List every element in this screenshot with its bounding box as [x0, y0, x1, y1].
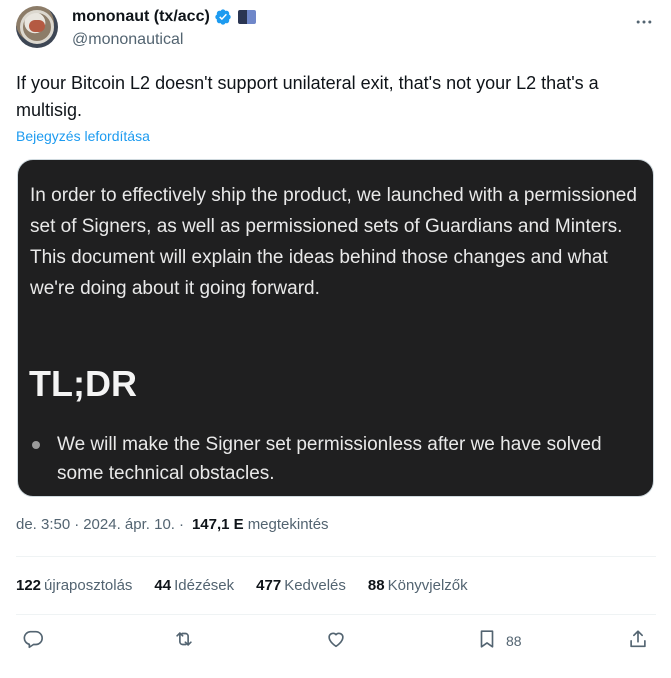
reposts-stat[interactable]: 122 újraposztolás: [16, 577, 132, 594]
likes-count: 477: [256, 577, 282, 594]
reposts-count: 122: [16, 577, 42, 594]
likes-label: Kedvelés: [284, 577, 346, 594]
translate-link[interactable]: Bejegyzés lefordítása: [16, 128, 150, 144]
author-display-name[interactable]: mononaut (tx/acc): [72, 8, 210, 26]
divider: [16, 614, 656, 615]
media-paragraph: In order to effectively ship the product…: [30, 185, 637, 299]
media-heading: TL;DR: [29, 363, 137, 404]
author-names: mononaut (tx/acc) @mononautical: [72, 6, 256, 49]
display-name-row: mononaut (tx/acc): [72, 6, 256, 28]
reply-icon: [22, 628, 44, 655]
bookmarks-label: Könyvjelzők: [387, 577, 468, 594]
media-image[interactable]: In order to effectively ship the product…: [17, 159, 654, 497]
bookmark-count: 88: [506, 633, 522, 649]
tweet-date[interactable]: 2024. ápr. 10.: [83, 516, 175, 533]
bullet-dot: [32, 441, 40, 449]
verified-badge-icon[interactable]: [214, 8, 232, 26]
likes-stat[interactable]: 477 Kedvelés: [256, 577, 346, 594]
like-button[interactable]: [325, 628, 347, 654]
more-horizontal-icon[interactable]: [632, 10, 656, 34]
share-icon: [627, 628, 649, 655]
tweet-time[interactable]: de. 3:50: [16, 516, 70, 533]
heart-icon: [325, 628, 347, 655]
bookmark-button[interactable]: 88: [476, 628, 522, 654]
quotes-stat[interactable]: 44 Idézések: [154, 577, 234, 594]
tweet-header: mononaut (tx/acc) @mononautical: [16, 6, 656, 58]
quotes-count: 44: [154, 577, 172, 594]
bookmarks-stat[interactable]: 88 Könyvjelzők: [368, 577, 468, 594]
flag-icon: [237, 10, 256, 24]
meta-separator: ·: [74, 516, 80, 533]
tweet-meta: de. 3:50 · 2024. ápr. 10. · 147,1 E megt…: [16, 516, 329, 533]
reposts-label: újraposztolás: [44, 577, 133, 594]
reply-button[interactable]: [22, 628, 44, 654]
repost-icon: [173, 628, 195, 655]
bookmark-icon: [476, 628, 498, 655]
share-button[interactable]: [627, 628, 649, 654]
views-label: megtekintés: [247, 516, 329, 533]
tweet-text: If your Bitcoin L2 doesn't support unila…: [16, 73, 599, 120]
engagement-stats: 122 újraposztolás 44 Idézések 477 Kedvelés …: [16, 577, 490, 594]
media-bullet-text: We will make the Signer set permissionle…: [57, 434, 602, 484]
divider: [16, 556, 656, 557]
meta-separator: ·: [178, 516, 184, 533]
action-bar: 88: [16, 624, 656, 660]
avatar[interactable]: [16, 6, 58, 48]
author-handle[interactable]: @mononautical: [72, 31, 256, 49]
quotes-label: Idézések: [174, 577, 235, 594]
views-count: 147,1 E: [191, 516, 244, 533]
avatar-visor: [29, 20, 45, 32]
repost-button[interactable]: [173, 628, 195, 654]
bookmarks-count: 88: [367, 577, 385, 594]
